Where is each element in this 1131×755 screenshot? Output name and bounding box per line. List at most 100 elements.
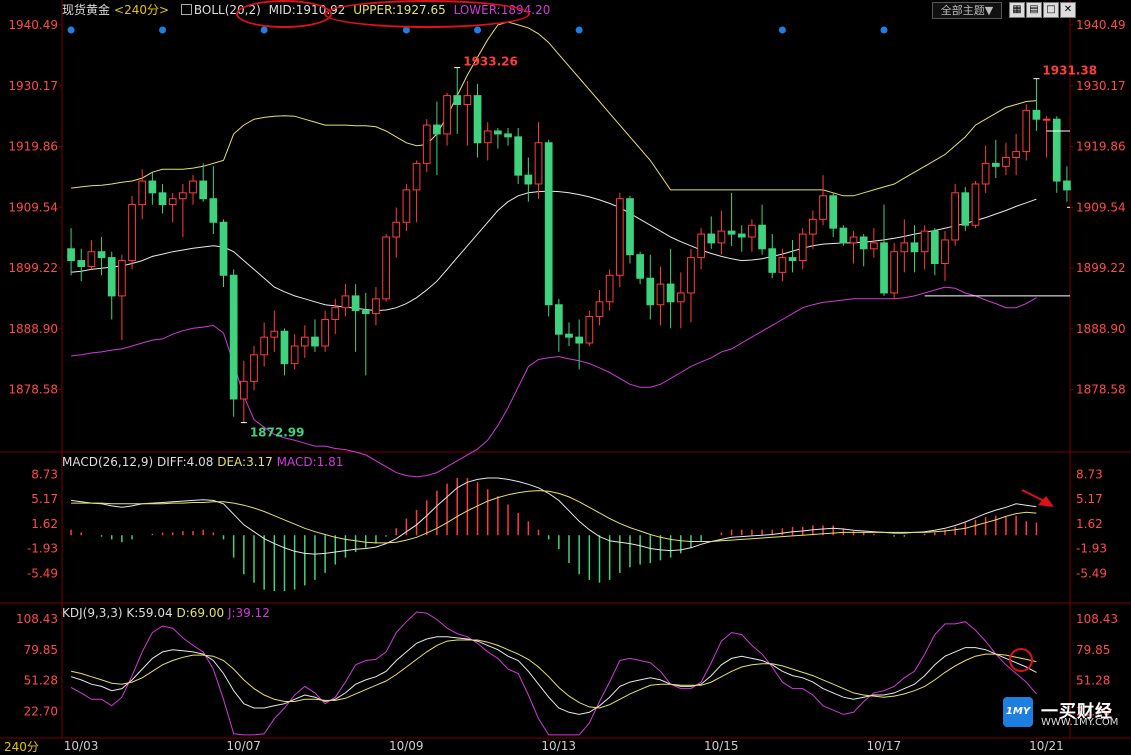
candle-body [717, 230, 726, 244]
kdj-header: KDJ(9,3,3) K:59.04 D:69.00 J:39.12 [62, 606, 270, 620]
candle-body [483, 130, 492, 144]
candle-body [1052, 118, 1061, 182]
candle-body [77, 260, 86, 267]
macd-diff-line [71, 477, 1037, 555]
kdj-name[interactable]: KDJ(9,3,3) [62, 606, 123, 620]
macd-tick-label-right: -1.93 [1076, 542, 1107, 556]
candle-body [219, 221, 228, 276]
candle-body [707, 233, 716, 244]
candle-body [829, 195, 838, 229]
x-axis-date-label: 10/13 [541, 739, 576, 753]
candle-body [311, 336, 319, 347]
candle-body [67, 248, 75, 262]
price-tick-label-left: 1940.49 [8, 18, 58, 32]
x-axis-date-label: 10/17 [867, 739, 902, 753]
macd-name[interactable]: MACD(26,12,9) [62, 455, 153, 469]
candle-body [168, 198, 177, 206]
candle-body [179, 192, 187, 200]
grid-icon[interactable]: ▦ [1009, 2, 1025, 18]
candle-body [646, 277, 655, 306]
macd-tick-label-left: 5.17 [31, 492, 58, 506]
candle-body [392, 221, 401, 238]
signal-dot [575, 26, 583, 34]
candle-body [849, 236, 858, 244]
macd-tick-label-right: 1.62 [1076, 517, 1103, 531]
layout-icon[interactable]: ▤ [1026, 2, 1042, 18]
candle-body [148, 180, 157, 194]
candle-body [118, 260, 126, 297]
candle-body [1042, 118, 1051, 121]
price-tick-label-left: 1899.22 [8, 261, 58, 275]
period-label[interactable]: <240分> [114, 3, 169, 17]
chart-canvas: 1940.49 1940.49 1930.17 1930.17 1919.86 1919.… [0, 0, 1131, 753]
signal-dot [778, 26, 786, 34]
candle-body [737, 233, 746, 238]
candle-body [433, 124, 441, 135]
boll-upper-line [71, 21, 1037, 197]
candle-body [199, 180, 208, 200]
boll-indicator-icon[interactable] [180, 4, 192, 15]
candle-body [565, 333, 573, 338]
price-tick-label-left: 1888.90 [8, 322, 58, 336]
candle-body [697, 233, 705, 259]
candle-body [250, 354, 258, 382]
candle-body [951, 192, 959, 241]
candle-body [422, 124, 431, 164]
candle-body [402, 189, 411, 223]
candle-body [819, 195, 827, 220]
candle-body [382, 236, 390, 300]
x-axis-date-label: 10/03 [64, 739, 99, 753]
logo-mark-icon: 1MY [1003, 697, 1033, 727]
candle-body [544, 142, 553, 306]
candle-body [554, 304, 563, 335]
candle-body [138, 180, 147, 206]
candle-body [798, 233, 807, 262]
candle-body [321, 318, 329, 347]
signal-dot [159, 26, 167, 34]
x-axis-date-label: 10/15 [704, 739, 739, 753]
candle-body [615, 198, 624, 276]
candle-body [961, 192, 970, 226]
candle-body [656, 283, 665, 306]
kdj-d: D:69.00 [176, 606, 225, 620]
candle-body [1032, 109, 1041, 120]
candle-body [1063, 180, 1071, 191]
kdj-j: J:39.12 [227, 606, 270, 620]
candle-body [687, 257, 695, 294]
macd-dea-line [71, 490, 1037, 544]
macd-diff: DIFF:4.08 [156, 455, 214, 469]
candle-body [189, 180, 197, 194]
signal-dot [260, 26, 268, 34]
low-price-label: 1872.99 [250, 426, 305, 440]
close-icon[interactable]: ✕ [1060, 2, 1076, 18]
candle-body [239, 380, 248, 400]
instrument-name[interactable]: 现货黄金 [62, 3, 110, 17]
candle-body [595, 301, 604, 318]
candle-body [839, 227, 848, 244]
candle-body [758, 224, 766, 250]
price-tick-label-right: 1899.22 [1076, 261, 1126, 275]
candle-body [300, 336, 309, 347]
candle-body [971, 183, 980, 226]
candle-body [158, 192, 167, 206]
candle-body [280, 330, 289, 365]
price-tick-label-right: 1909.54 [1076, 200, 1126, 214]
candle-body [341, 295, 350, 309]
kdj-tick-label-left: 22.70 [24, 705, 58, 719]
high-price-label: 1933.26 [463, 55, 518, 69]
macd-tick-label-left: -1.93 [27, 542, 58, 556]
candle-body [514, 136, 523, 176]
candle-body [463, 95, 472, 105]
macd-dea: DEA:3.17 [217, 455, 273, 469]
maximize-icon[interactable]: □ [1043, 2, 1059, 18]
price-tick-label-right: 1930.17 [1076, 79, 1126, 93]
kdj-tick-label-left: 51.28 [24, 674, 58, 688]
candle-body [351, 295, 360, 312]
theme-dropdown[interactable]: 全部主题▼ [932, 2, 1002, 19]
x-axis-date-label: 10/21 [1029, 739, 1064, 753]
period-indicator[interactable]: 240分 [4, 738, 39, 755]
candle-body [524, 174, 533, 185]
candle-body [900, 242, 909, 253]
price-tick-label-right: 1888.90 [1076, 322, 1126, 336]
signal-dot [880, 26, 888, 34]
